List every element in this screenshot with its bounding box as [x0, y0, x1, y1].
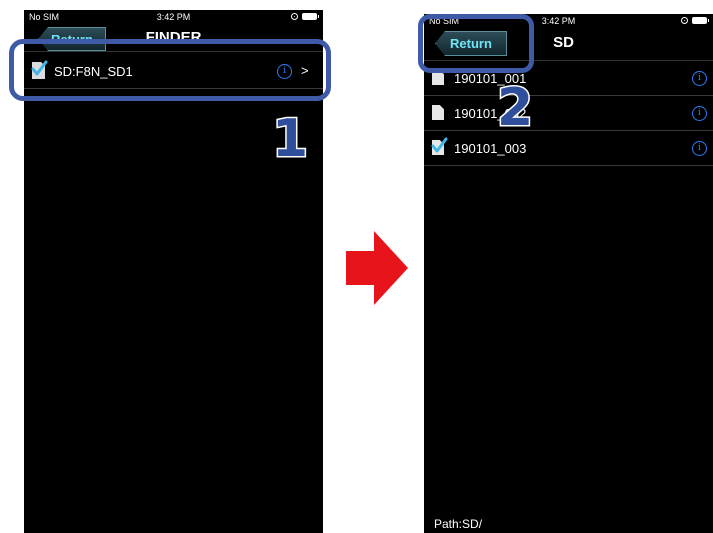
step1-highlight: [9, 39, 331, 101]
file-icon: [432, 105, 444, 120]
status-time: 3:42 PM: [156, 12, 191, 22]
list-item-file[interactable]: 190101_002 i: [424, 96, 713, 131]
lock-icon: [681, 17, 688, 24]
list-item-file[interactable]: 190101_003 i: [424, 131, 713, 166]
sd-screen: No SIM 3:42 PM Return SD 190101_001 i 19…: [424, 14, 713, 533]
checkbox-icon: [431, 137, 448, 153]
info-icon[interactable]: i: [692, 106, 707, 121]
step2-highlight: [418, 14, 534, 73]
info-icon[interactable]: i: [692, 141, 707, 156]
list-item-label: 190101_003: [454, 141, 527, 156]
battery-icon: [692, 17, 709, 24]
info-icon[interactable]: i: [692, 71, 707, 86]
right-arrow-icon: [346, 231, 408, 305]
step2-number: 2: [495, 78, 534, 138]
battery-icon: [302, 13, 319, 20]
lock-icon: [291, 13, 298, 20]
status-bar: No SIM 3:42 PM: [24, 10, 323, 26]
path-label: Path:SD/: [434, 517, 483, 531]
step1-number: 1: [270, 109, 309, 169]
